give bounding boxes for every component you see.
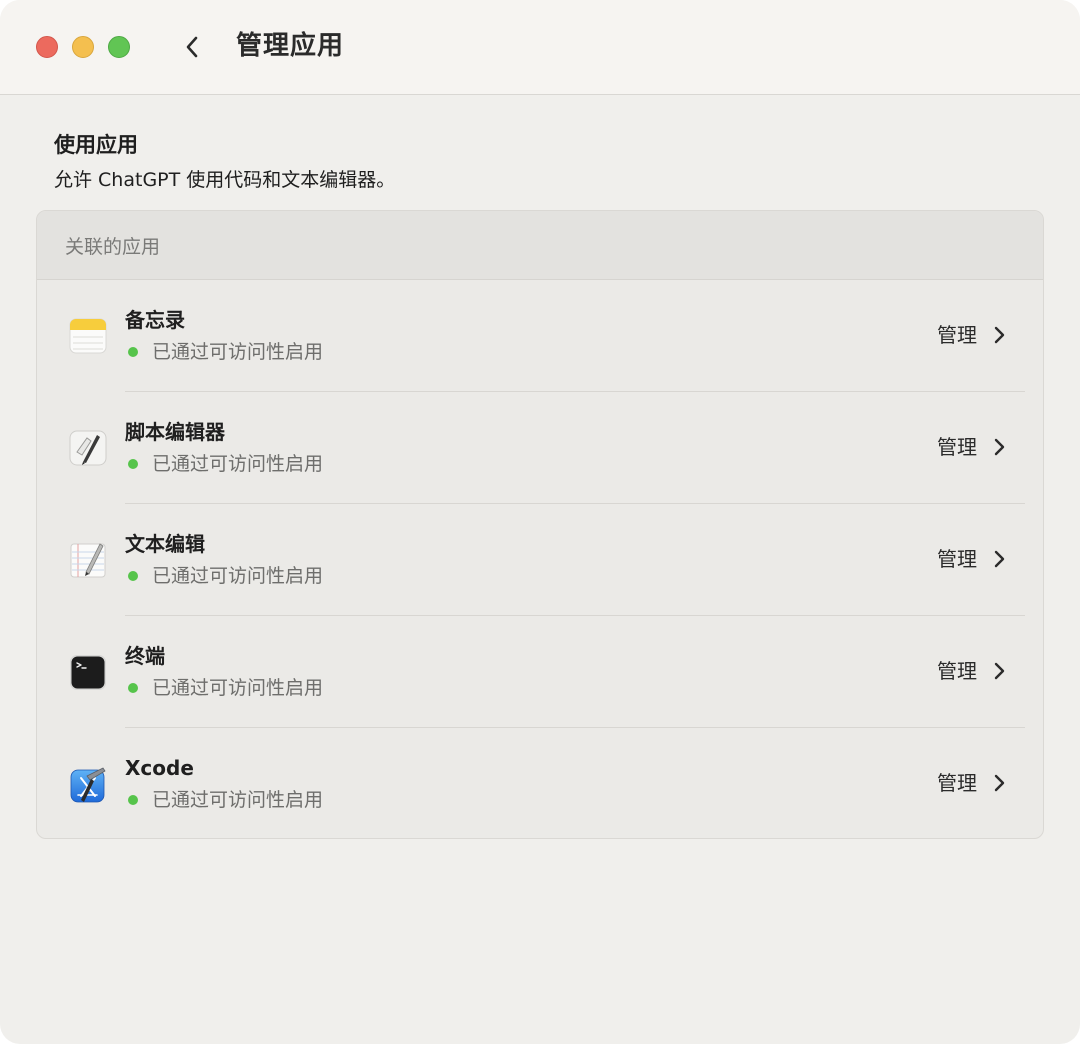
status-text: 已通过可访问性启用 [152, 453, 324, 475]
app-row-textedit[interactable]: 文本编辑 已通过可访问性启用 管理 [37, 504, 1043, 616]
manage-label: 管理 [937, 771, 977, 795]
status-text: 已通过可访问性启用 [152, 677, 324, 699]
app-row-script-editor[interactable]: 脚本编辑器 已通过可访问性启用 管理 [37, 392, 1043, 504]
page-title: 管理应用 [236, 31, 345, 61]
app-row-notes[interactable]: 备忘录 已通过可访问性启用 管理 [37, 280, 1043, 392]
status-text: 已通过可访问性启用 [152, 341, 324, 363]
manage-button[interactable]: 管理 [937, 544, 1007, 574]
status-dot-icon [128, 795, 138, 805]
maximize-window-button[interactable] [108, 36, 130, 58]
manage-label: 管理 [937, 435, 977, 459]
manage-button[interactable]: 管理 [937, 432, 1007, 462]
app-window: 管理应用 使用应用 允许 ChatGPT 使用代码和文本编辑器。 关联的应用 备… [0, 0, 1080, 1044]
script-editor-icon [69, 428, 107, 468]
textedit-icon [69, 540, 107, 580]
app-row-xcode[interactable]: Xcode 已通过可访问性启用 管理 [37, 728, 1043, 838]
status-text: 已通过可访问性启用 [152, 789, 324, 811]
app-name: 终端 [125, 644, 165, 668]
manage-button[interactable]: 管理 [937, 768, 1007, 798]
panel-header: 关联的应用 [37, 211, 1043, 280]
app-name: 脚本编辑器 [125, 420, 225, 444]
manage-label: 管理 [937, 659, 977, 683]
chevron-right-icon [993, 661, 1007, 681]
app-status: 已通过可访问性启用 [125, 674, 323, 702]
chevron-left-icon [186, 36, 198, 58]
manage-button[interactable]: 管理 [937, 656, 1007, 686]
section-heading: 使用应用 [54, 133, 138, 157]
terminal-icon [69, 652, 107, 692]
section-description: 允许 ChatGPT 使用代码和文本编辑器。 [54, 169, 396, 191]
status-dot-icon [128, 571, 138, 581]
manage-label: 管理 [937, 547, 977, 571]
chevron-right-icon [993, 773, 1007, 793]
app-name: Xcode [125, 756, 194, 780]
chevron-right-icon [993, 549, 1007, 569]
xcode-icon [69, 764, 107, 804]
app-status: 已通过可访问性启用 [125, 450, 323, 478]
status-dot-icon [128, 683, 138, 693]
manage-label: 管理 [937, 323, 977, 347]
app-name: 备忘录 [125, 308, 185, 332]
manage-button[interactable]: 管理 [937, 320, 1007, 350]
title-bar: 管理应用 [0, 0, 1080, 95]
connected-apps-panel: 关联的应用 备忘录 已通过可访问性启用 管理 脚本编辑器 已通过可访问性启用 管… [36, 210, 1044, 839]
status-text: 已通过可访问性启用 [152, 565, 324, 587]
back-button[interactable] [176, 30, 208, 64]
app-status: 已通过可访问性启用 [125, 786, 323, 814]
status-dot-icon [128, 347, 138, 357]
app-name: 文本编辑 [125, 532, 205, 556]
close-window-button[interactable] [36, 36, 58, 58]
app-row-terminal[interactable]: 终端 已通过可访问性启用 管理 [37, 616, 1043, 728]
status-dot-icon [128, 459, 138, 469]
chevron-right-icon [993, 437, 1007, 457]
chevron-right-icon [993, 325, 1007, 345]
app-status: 已通过可访问性启用 [125, 338, 323, 366]
notes-icon [69, 316, 107, 356]
app-status: 已通过可访问性启用 [125, 562, 323, 590]
minimize-window-button[interactable] [72, 36, 94, 58]
